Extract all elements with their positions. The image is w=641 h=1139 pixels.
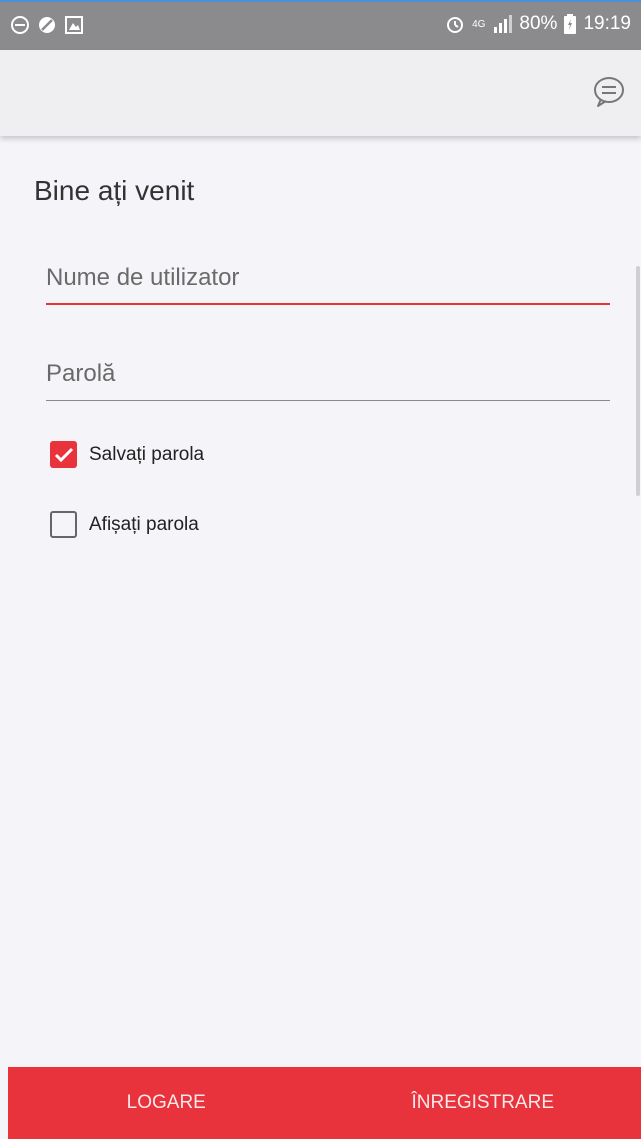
dnd-icon [11, 16, 29, 34]
welcome-title: Bine ați venit [34, 175, 195, 206]
show-password-label: Afișați parola [89, 513, 199, 535]
show-password-checkbox[interactable] [50, 511, 77, 538]
alarm-icon [447, 17, 464, 33]
save-password-checkbox-row[interactable]: Salvați parola [50, 441, 204, 468]
show-password-checkbox-row[interactable]: Afișați parola [50, 511, 199, 538]
save-password-label: Salvați parola [89, 443, 205, 465]
signal-icon [494, 15, 513, 33]
register-button[interactable]: ÎNREGISTRARE [325, 1067, 641, 1139]
clock: 19:19 [583, 13, 631, 34]
login-button[interactable]: LOGARE [8, 1067, 325, 1139]
app-bar [0, 50, 641, 136]
status-left-icons [10, 15, 84, 35]
password-input[interactable] [46, 350, 610, 398]
network-type: 4G [472, 18, 486, 30]
password-underline [46, 400, 610, 401]
save-password-checkbox[interactable] [50, 441, 77, 468]
status-bar: 4G 80% 19:19 [0, 0, 641, 50]
blocked-icon [39, 17, 55, 33]
chat-bubble-icon[interactable] [591, 74, 627, 110]
username-input[interactable] [46, 254, 610, 302]
username-field-wrapper [46, 254, 610, 305]
bottom-action-bar: LOGARE ÎNREGISTRARE [8, 1067, 641, 1139]
status-right-icons: 4G 80% 19:19 [445, 13, 631, 35]
password-field-wrapper [46, 350, 610, 401]
battery-icon [564, 14, 577, 34]
image-icon [65, 16, 83, 34]
scroll-edge [636, 266, 640, 496]
username-underline [46, 303, 610, 305]
checkmark-icon [54, 447, 73, 462]
battery-percent: 80% [519, 13, 558, 34]
